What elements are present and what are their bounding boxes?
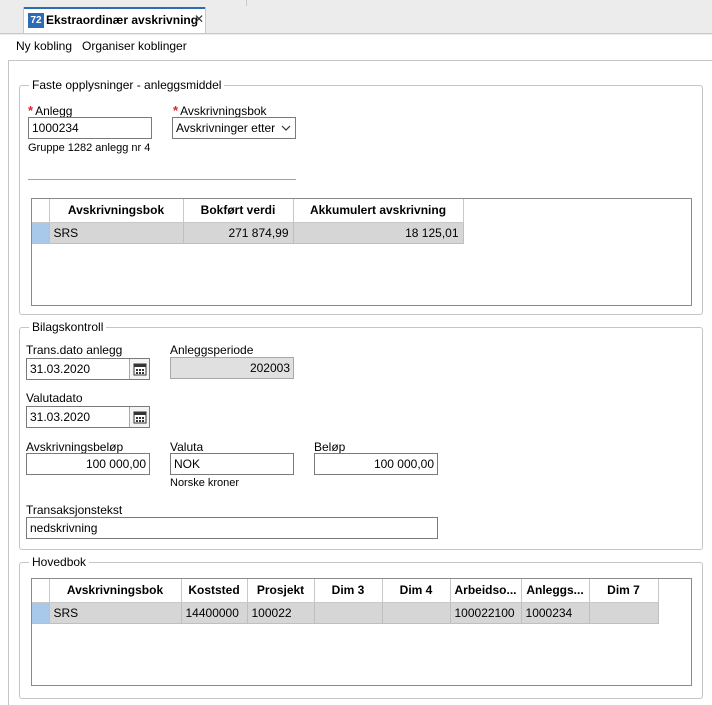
row-selector-header xyxy=(32,579,50,603)
period-label: Anleggsperiode xyxy=(170,343,254,357)
row-selector-header xyxy=(32,199,50,223)
table-cell[interactable] xyxy=(382,602,451,624)
tab-divider xyxy=(246,0,247,6)
value-date-label: Valutadato xyxy=(26,391,83,405)
ledger-legend: Hovedbok xyxy=(29,555,90,569)
tab-title: Ekstraordinær avskrivning xyxy=(46,13,199,27)
trans-date-label: Trans.dato anlegg xyxy=(26,343,123,357)
currency-label: Valuta xyxy=(170,440,204,454)
column-header[interactable]: Avskrivningsbok xyxy=(49,579,182,603)
table-cell[interactable]: 271 874,99 xyxy=(183,222,294,244)
fixed-info-legend: Faste opplysninger - anleggsmiddel xyxy=(29,78,225,92)
ledger-grid: Avskrivningsbok Koststed Prosjekt Dim 3 … xyxy=(31,578,692,686)
table-row[interactable]: SRS 14400000 100022 100022100 1000234 xyxy=(32,602,659,624)
amount-label: Avskrivningsbeløp xyxy=(26,440,124,454)
currency-description: Norske kroner xyxy=(170,477,240,489)
table-header-row: Avskrivningsbok Koststed Prosjekt Dim 3 … xyxy=(32,579,659,603)
column-header[interactable]: Arbeidso... xyxy=(450,579,522,603)
ledger-table: Avskrivningsbok Koststed Prosjekt Dim 3 … xyxy=(32,579,659,624)
table-header-row: Avskrivningsbok Bokført verdi Akkumulert… xyxy=(32,199,464,223)
table-cell[interactable]: 1000234 xyxy=(521,602,590,624)
organize-links-button[interactable]: Organiser koblinger xyxy=(82,39,187,53)
trans-date-input[interactable]: 31.03.2020 xyxy=(26,358,150,380)
column-header[interactable]: Dim 4 xyxy=(382,579,451,603)
sum-label: Beløp xyxy=(314,440,346,454)
book-label: * Avskrivningsbok xyxy=(173,103,267,118)
row-selector[interactable] xyxy=(32,222,50,244)
chevron-down-icon xyxy=(281,118,291,138)
tab-ekstraordinaer-avskrivning[interactable]: 72 Ekstraordinær avskrivning ✕ xyxy=(23,7,206,33)
table-cell[interactable]: 14400000 xyxy=(181,602,248,624)
transaction-text-label: Transaksjonstekst xyxy=(26,503,123,517)
currency-input[interactable]: NOK xyxy=(170,453,294,475)
column-header[interactable]: Dim 3 xyxy=(314,579,383,603)
column-header[interactable]: Akkumulert avskrivning xyxy=(293,199,464,223)
table-cell[interactable]: 100022 xyxy=(247,602,315,624)
column-header[interactable]: Bokført verdi xyxy=(183,199,294,223)
column-header[interactable]: Koststed xyxy=(181,579,248,603)
table-cell[interactable]: 100022100 xyxy=(450,602,522,624)
anlegg-description: Gruppe 1282 anlegg nr 4 xyxy=(28,142,151,154)
row-selector[interactable] xyxy=(32,602,50,624)
voucher-control-legend: Bilagskontroll xyxy=(29,320,107,334)
trans-date-value: 31.03.2020 xyxy=(30,362,91,376)
book-dropdown[interactable]: Avskrivninger etter xyxy=(172,117,296,139)
depreciation-book-grid: Avskrivningsbok Bokført verdi Akkumulert… xyxy=(31,198,692,306)
anlegg-input[interactable]: 1000234 xyxy=(28,117,152,139)
sum-input[interactable]: 100 000,00 xyxy=(314,453,438,475)
column-header[interactable]: Anleggs... xyxy=(521,579,590,603)
book-dropdown-value: Avskrivninger etter xyxy=(176,121,276,135)
value-date-input[interactable]: 31.03.2020 xyxy=(26,406,150,428)
table-cell[interactable]: 18 125,01 xyxy=(293,222,464,244)
toolbar: Ny kobling Organiser koblinger xyxy=(0,35,712,61)
new-link-button[interactable]: Ny kobling xyxy=(16,39,72,53)
column-header[interactable]: Avskrivningsbok xyxy=(49,199,184,223)
required-asterisk-icon: * xyxy=(28,103,34,118)
separator-line xyxy=(28,179,296,180)
amount-input[interactable]: 100 000,00 xyxy=(26,453,150,475)
anlegg-label: * Anlegg xyxy=(28,103,73,118)
column-header[interactable]: Dim 7 xyxy=(589,579,659,603)
period-input: 202003 xyxy=(170,357,294,379)
tab-strip: 72 Ekstraordinær avskrivning ✕ xyxy=(0,0,712,35)
close-icon[interactable]: ✕ xyxy=(194,12,204,26)
calendar-icon[interactable] xyxy=(129,407,149,427)
table-cell[interactable] xyxy=(314,602,383,624)
transaction-text-input[interactable]: nedskrivning xyxy=(26,517,438,539)
calendar-icon[interactable] xyxy=(129,359,149,379)
table-cell[interactable] xyxy=(589,602,659,624)
required-asterisk-icon: * xyxy=(173,103,179,118)
tab-active-indicator xyxy=(24,7,205,9)
tab-baseline xyxy=(0,33,712,34)
table-row[interactable]: SRS 271 874,99 18 125,01 xyxy=(32,222,464,244)
table-cell[interactable]: SRS xyxy=(49,602,182,624)
column-header[interactable]: Prosjekt xyxy=(247,579,315,603)
window-number-badge: 72 xyxy=(28,13,44,28)
depreciation-book-table: Avskrivningsbok Bokført verdi Akkumulert… xyxy=(32,199,464,244)
value-date-value: 31.03.2020 xyxy=(30,410,91,424)
table-cell[interactable]: SRS xyxy=(49,222,184,244)
